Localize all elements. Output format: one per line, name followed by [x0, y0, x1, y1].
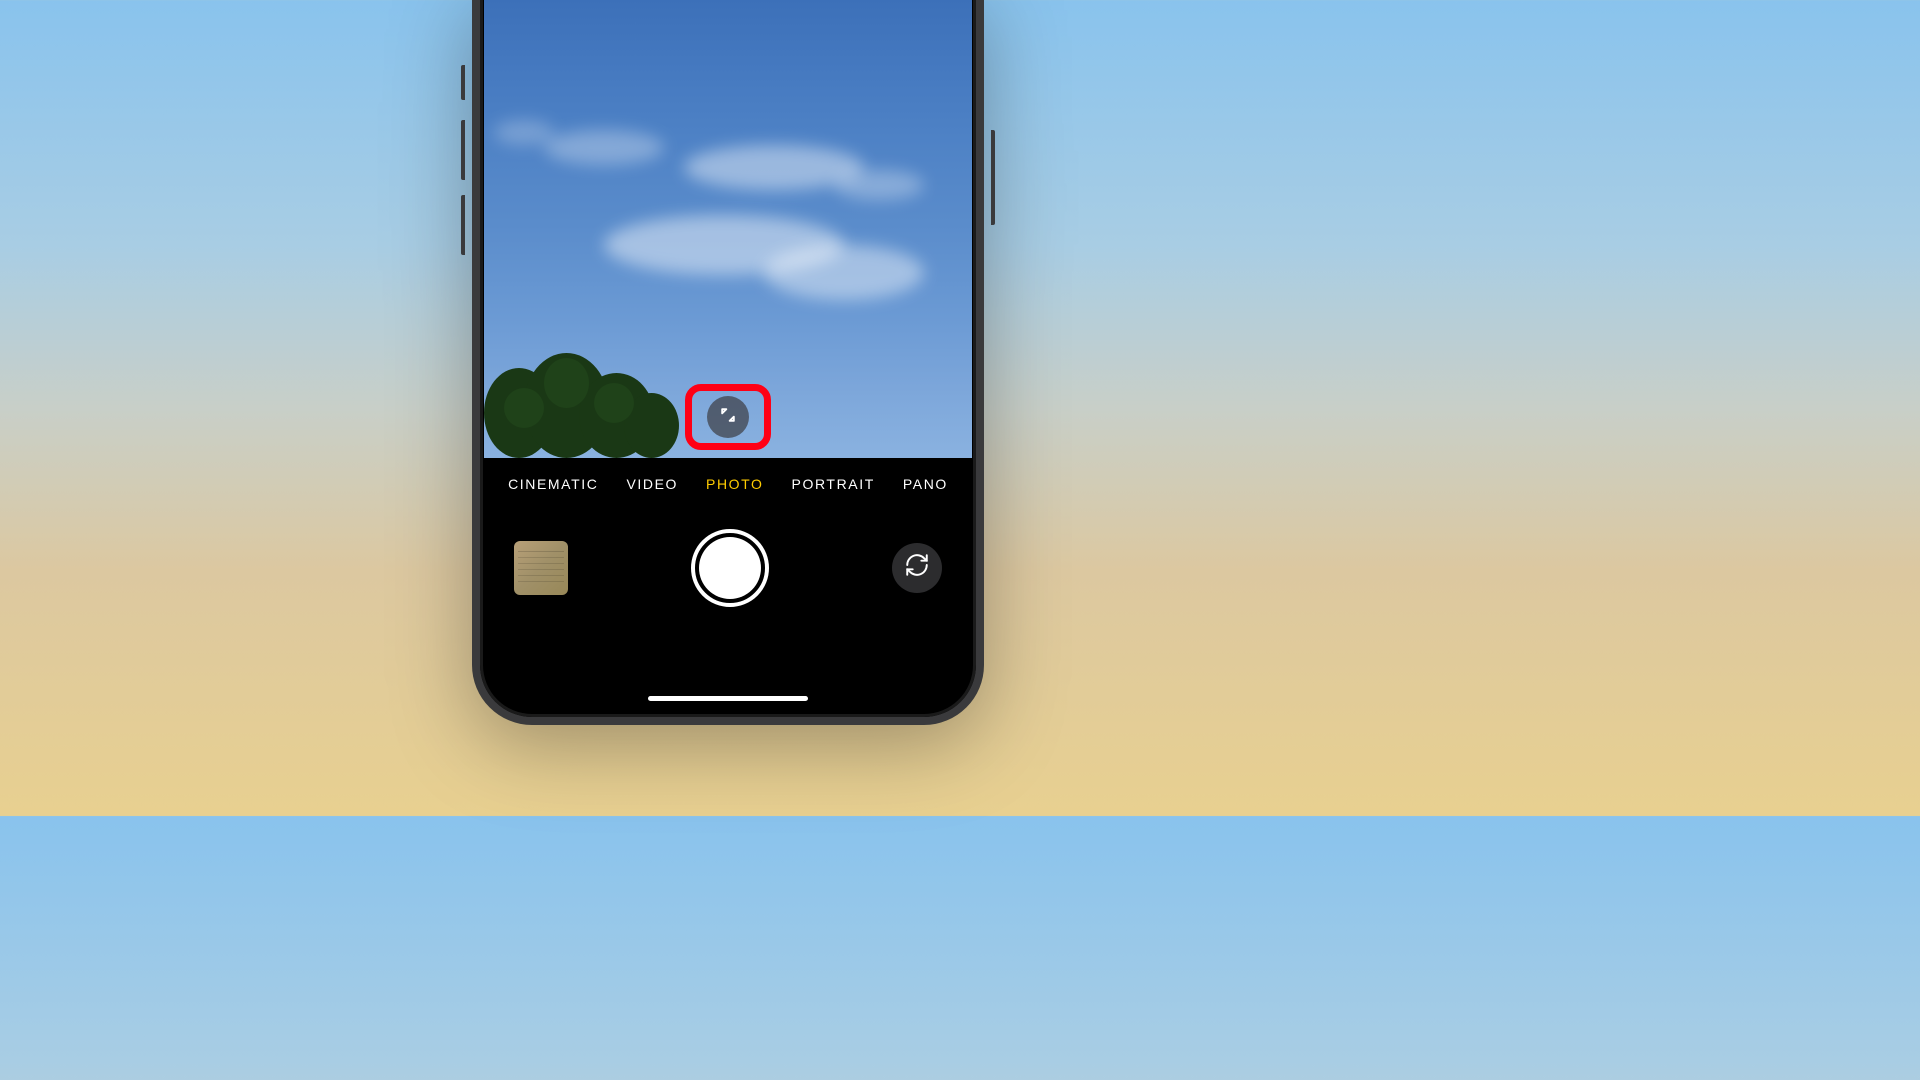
mode-portrait[interactable]: PORTRAIT	[792, 476, 875, 492]
volume-up-button	[461, 120, 465, 180]
camera-viewfinder[interactable]	[484, 0, 972, 458]
sky-cloud	[764, 245, 924, 300]
mode-pano[interactable]: PANO	[903, 476, 948, 492]
power-button	[991, 130, 995, 225]
shutter-row	[484, 515, 972, 620]
mode-cinematic[interactable]: CINEMATIC	[508, 476, 598, 492]
camera-controls-area: CINEMATIC VIDEO PHOTO PORTRAIT PANO	[484, 458, 972, 713]
tree-silhouette	[484, 348, 684, 458]
phone-mockup: CINEMATIC VIDEO PHOTO PORTRAIT PANO	[472, 0, 984, 725]
home-indicator[interactable]	[648, 696, 808, 701]
camera-flip-icon	[904, 552, 930, 583]
aspect-ratio-toggle-button[interactable]	[707, 396, 749, 438]
phone-frame: CINEMATIC VIDEO PHOTO PORTRAIT PANO	[472, 0, 984, 725]
last-photo-thumbnail[interactable]	[514, 541, 568, 595]
sky-cloud	[544, 130, 664, 165]
expand-arrows-icon	[718, 405, 738, 430]
mute-switch	[461, 65, 465, 100]
flip-camera-button[interactable]	[892, 543, 942, 593]
sky-cloud	[834, 170, 924, 200]
mode-photo[interactable]: PHOTO	[706, 476, 764, 492]
shutter-inner	[699, 537, 761, 599]
mode-video[interactable]: VIDEO	[626, 476, 678, 492]
shutter-button[interactable]	[691, 529, 769, 607]
volume-down-button	[461, 195, 465, 255]
sky-cloud	[494, 120, 554, 145]
camera-mode-selector[interactable]: CINEMATIC VIDEO PHOTO PORTRAIT PANO	[484, 458, 972, 510]
phone-screen: CINEMATIC VIDEO PHOTO PORTRAIT PANO	[484, 0, 972, 713]
